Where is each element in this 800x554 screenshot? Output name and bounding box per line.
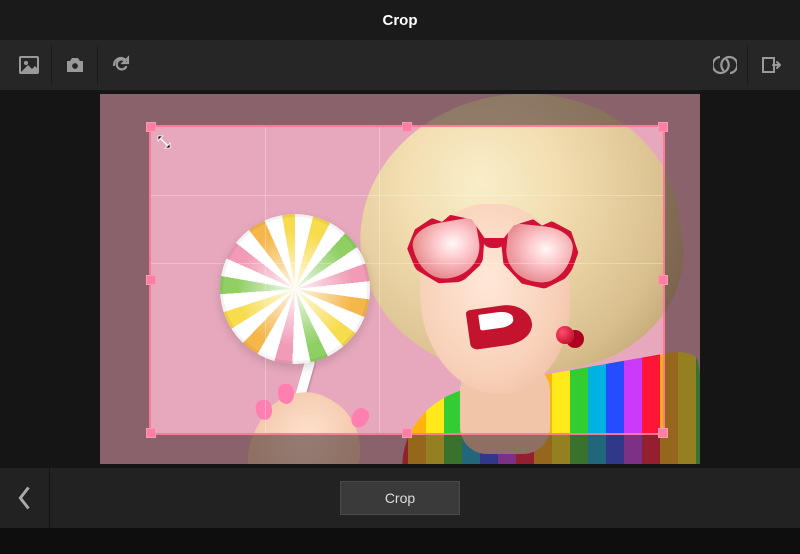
open-image-button[interactable]	[6, 45, 52, 85]
canvas-area	[0, 90, 800, 468]
crop-handle-top-left[interactable]	[146, 122, 156, 132]
toolbar	[0, 40, 800, 90]
camera-icon	[63, 53, 87, 77]
export-button[interactable]	[748, 45, 794, 85]
crop-handle-bottom[interactable]	[402, 428, 412, 438]
crop-handle-right[interactable]	[658, 275, 668, 285]
crop-selection[interactable]	[149, 125, 665, 435]
compare-icon	[713, 53, 737, 77]
crop-handle-bottom-left[interactable]	[146, 428, 156, 438]
crop-button-label: Crop	[385, 490, 415, 506]
page-title: Crop	[383, 12, 418, 29]
export-icon	[759, 53, 783, 77]
crop-button[interactable]: Crop	[340, 481, 460, 515]
reset-button[interactable]	[98, 45, 144, 85]
photo-canvas[interactable]	[100, 94, 700, 464]
image-icon	[17, 53, 41, 77]
camera-button[interactable]	[52, 45, 98, 85]
back-button[interactable]	[0, 468, 50, 528]
crop-handle-top-right[interactable]	[658, 122, 668, 132]
crop-handle-left[interactable]	[146, 275, 156, 285]
footer-gap	[0, 528, 800, 554]
bottom-bar: Crop	[0, 468, 800, 528]
chevron-left-icon	[15, 484, 35, 512]
compare-button[interactable]	[702, 45, 748, 85]
refresh-icon	[109, 53, 133, 77]
title-bar: Crop	[0, 0, 800, 40]
crop-handle-bottom-right[interactable]	[658, 428, 668, 438]
crop-handle-top[interactable]	[402, 122, 412, 132]
